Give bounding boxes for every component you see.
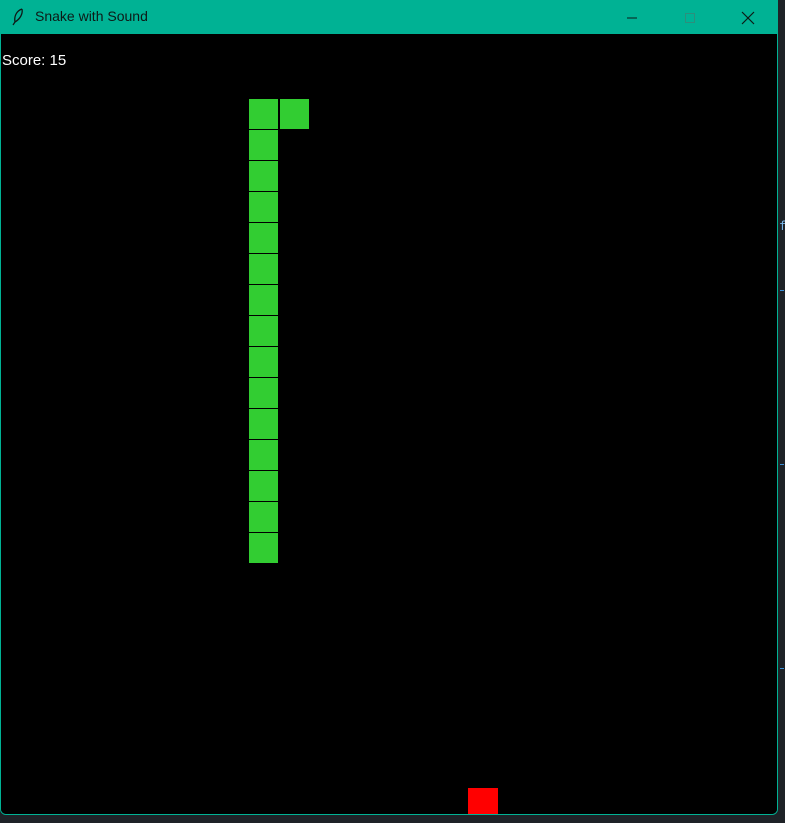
snake-segment: [248, 377, 279, 409]
snake-segment: [248, 470, 279, 502]
food-apple: [468, 788, 498, 814]
snake-head: [279, 98, 310, 130]
snake-segment: [248, 501, 279, 533]
background-window-glyph: f: [779, 219, 785, 233]
snake-segment: [248, 315, 279, 347]
close-button[interactable]: [725, 1, 771, 34]
background-line: [780, 290, 784, 291]
title-bar[interactable]: Snake with Sound: [1, 1, 777, 34]
background-line: [780, 668, 784, 669]
snake-segment: [248, 439, 279, 471]
snake-segment: [248, 98, 279, 130]
window-title: Snake with Sound: [35, 8, 148, 24]
minimize-button[interactable]: [609, 1, 655, 34]
snake-segment: [248, 160, 279, 192]
background-line: [780, 464, 784, 465]
snake-segment: [248, 191, 279, 223]
game-canvas[interactable]: Score: 15: [1, 34, 777, 814]
snake-segment: [248, 129, 279, 161]
snake-segment: [248, 532, 279, 564]
feather-icon: [10, 8, 26, 26]
snake-segment: [248, 408, 279, 440]
maximize-button[interactable]: [667, 1, 713, 34]
snake-segment: [248, 222, 279, 254]
minimize-icon: [626, 12, 638, 24]
game-window: Snake with Sound Score: 15: [0, 0, 778, 815]
snake-segment: [248, 346, 279, 378]
score-label: Score: 15: [2, 52, 67, 69]
snake-segment: [248, 284, 279, 316]
maximize-icon: [684, 12, 696, 24]
snake-segment: [248, 253, 279, 285]
close-icon: [741, 11, 755, 25]
